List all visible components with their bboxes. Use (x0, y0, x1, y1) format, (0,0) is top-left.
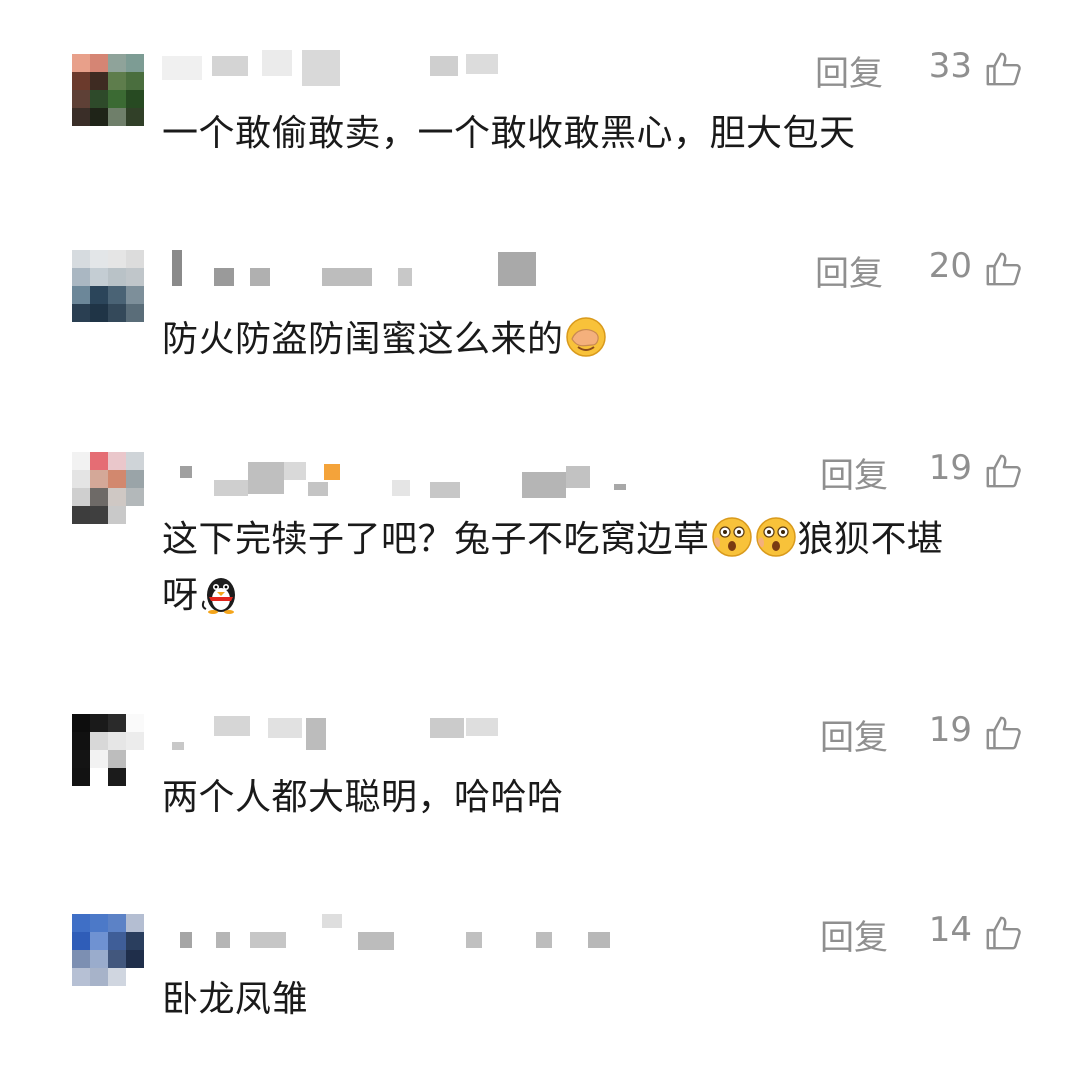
comment-text: 这下完犊子了吧？兔子不吃窝边草 狼狈不堪 呀 (162, 512, 1042, 624)
comment-text: 一个敢偷敢卖，一个敢收敢黑心，胆大包天 (162, 113, 856, 154)
comment-item: 回复 20 防火防盗防闺蜜这么来的 (0, 246, 1080, 390)
username-blurred[interactable] (162, 50, 662, 90)
face-palm-emoji (565, 317, 606, 357)
comment-text-content: 呀 (162, 575, 199, 616)
comment-text-content: 防火防盗防闺蜜这么来的 (162, 319, 564, 360)
thumbs-up-icon[interactable] (984, 250, 1022, 288)
avatar[interactable] (72, 54, 144, 126)
comment-text: 防火防盗防闺蜜这么来的 (162, 312, 1042, 368)
comment-item: 回复 19 这下完犊子了吧？兔子不吃窝边草 狼狈不堪 呀 (0, 448, 1080, 632)
avatar[interactable] (72, 714, 144, 786)
comment-text-content: 这下完犊子了吧？兔子不吃窝边草 (162, 519, 710, 560)
avatar[interactable] (72, 914, 144, 986)
username-blurred[interactable] (162, 914, 662, 954)
reply-button[interactable]: 回复 (815, 46, 883, 95)
comment-item: 回复 14 卧龙凤雏 (0, 910, 1080, 1054)
like-count: 19 (928, 448, 972, 488)
comment-text-content: 狼狈不堪 (797, 519, 944, 560)
username-blurred[interactable] (162, 714, 662, 754)
like-count: 14 (928, 910, 972, 950)
thumbs-up-icon[interactable] (984, 714, 1022, 752)
like-count: 20 (928, 246, 972, 286)
reply-button[interactable]: 回复 (815, 246, 883, 295)
username-blurred[interactable] (162, 452, 662, 498)
reply-button[interactable]: 回复 (820, 448, 888, 497)
comment-item: 回复 19 两个人都大聪明，哈哈哈 (0, 710, 1080, 854)
comment-text: 两个人都大聪明，哈哈哈 (162, 777, 564, 818)
avatar[interactable] (72, 452, 144, 524)
avatar[interactable] (72, 250, 144, 322)
like-count: 33 (928, 46, 972, 86)
username-blurred[interactable] (162, 250, 662, 290)
thumbs-up-icon[interactable] (984, 452, 1022, 490)
like-count: 19 (928, 710, 972, 750)
shocked-face-emoji (711, 517, 752, 557)
penguin-emoji (201, 578, 235, 614)
thumbs-up-icon[interactable] (984, 50, 1022, 88)
comment-text: 卧龙凤雏 (162, 979, 309, 1020)
reply-button[interactable]: 回复 (820, 910, 888, 959)
thumbs-up-icon[interactable] (984, 914, 1022, 952)
comment-item: 回复 33 一个敢偷敢卖，一个敢收敢黑心，胆大包天 (0, 46, 1080, 190)
reply-button[interactable]: 回复 (820, 710, 888, 759)
shocked-face-emoji (755, 517, 796, 557)
